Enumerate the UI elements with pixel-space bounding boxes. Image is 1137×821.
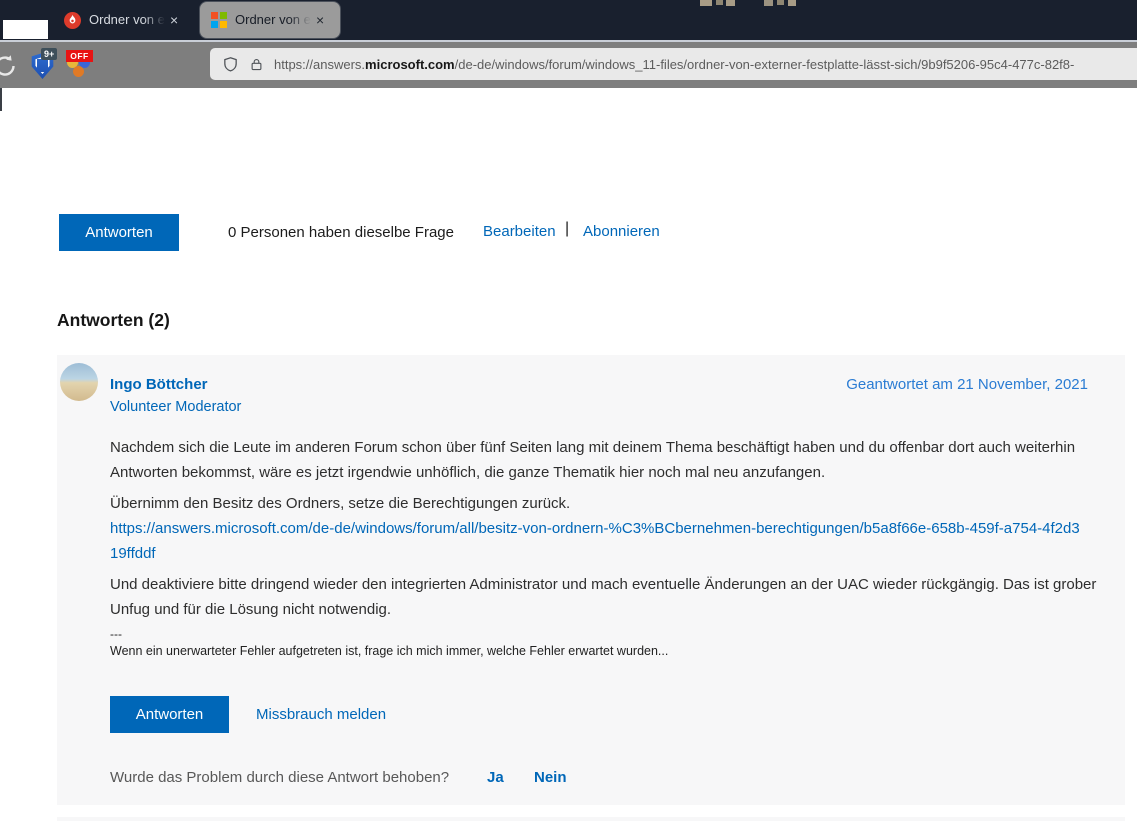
adblock-badge: 9+	[41, 48, 58, 60]
answer-date: Geantwortet am 21 November, 2021	[846, 376, 1088, 393]
tab-forum-thread[interactable]: Ordner von exter ×	[50, 0, 200, 40]
url-text: https://answers.microsoft.com/de-de/wind…	[274, 56, 1075, 72]
helpful-question-label: Wurde das Problem durch diese Antwort be…	[110, 769, 450, 786]
avatar[interactable]	[60, 363, 98, 401]
author-role: Volunteer Moderator	[110, 399, 242, 415]
subscribe-link[interactable]: Abonnieren	[583, 223, 660, 240]
reply-to-answer-button[interactable]: Antworten	[110, 696, 229, 733]
microsoft-logo-icon	[211, 12, 227, 28]
report-abuse-link[interactable]: Missbrauch melden	[256, 706, 386, 723]
lock-icon[interactable]	[249, 56, 264, 73]
tab-title-fade	[143, 11, 165, 29]
tab-title-fade	[289, 11, 311, 29]
screen-artifact	[0, 88, 2, 111]
tracking-protection-shield-icon[interactable]	[222, 55, 239, 74]
signature-text: Wenn ein unerwarteter Fehler aufgetreten…	[110, 644, 669, 658]
vdh-orange-ball	[73, 66, 84, 77]
tab-title: Ordner von exter	[89, 11, 165, 29]
answer-card: Ingo Böttcher Volunteer Moderator Geantw…	[57, 355, 1125, 805]
background-window-artifact	[3, 20, 48, 39]
same-question-count: 0 Personen haben dieselbe Frage	[228, 224, 454, 241]
screen-artifact	[726, 0, 735, 6]
answer-paragraph: Übernimm den Besitz des Ordners, setze d…	[110, 495, 571, 512]
screen-artifact	[716, 0, 723, 5]
divider: |	[565, 220, 570, 237]
screen-artifact	[764, 0, 773, 6]
edit-link[interactable]: Bearbeiten	[483, 223, 556, 240]
screen-artifact	[700, 0, 712, 6]
tab-title: Ordner von exter	[235, 11, 311, 29]
reload-icon[interactable]	[0, 52, 19, 80]
author-name-link[interactable]: Ingo Böttcher	[110, 376, 208, 393]
page-content: Antworten 0 Personen haben dieselbe Frag…	[0, 88, 1137, 821]
signature-separator: ---	[110, 627, 122, 641]
answer-body: Nachdem sich die Leute im anderen Forum …	[110, 435, 1110, 659]
next-answer-card-edge	[57, 817, 1125, 821]
browser-window: Ordner von exter × Ordner von exter ×	[0, 0, 1137, 821]
browser-toolbar: 9+ OFF https://answers.microsoft.com/de-…	[0, 40, 1137, 88]
screen-artifact	[777, 0, 784, 5]
url-bar[interactable]: https://answers.microsoft.com/de-de/wind…	[210, 48, 1137, 80]
reply-button[interactable]: Antworten	[59, 214, 179, 251]
tab-microsoft-answers[interactable]: Ordner von exter ×	[200, 2, 340, 38]
answers-heading: Antworten (2)	[57, 310, 170, 330]
screen-artifact	[788, 0, 796, 6]
vote-no-link[interactable]: Nein	[534, 769, 567, 786]
close-icon[interactable]: ×	[170, 13, 178, 27]
vdh-off-badge: OFF	[66, 50, 93, 62]
tab-strip: Ordner von exter × Ordner von exter ×	[0, 0, 1137, 40]
answer-paragraph: Und deaktiviere bitte dringend wieder de…	[110, 576, 1097, 618]
answer-paragraph: Nachdem sich die Leute im anderen Forum …	[110, 439, 1076, 481]
flame-favicon	[64, 11, 81, 29]
vote-yes-link[interactable]: Ja	[487, 769, 504, 786]
downloadhelper-extension-icon[interactable]: OFF	[66, 50, 93, 81]
answer-inline-link[interactable]: https://answers.microsoft.com/de-de/wind…	[110, 516, 1085, 566]
close-icon[interactable]: ×	[316, 13, 324, 27]
